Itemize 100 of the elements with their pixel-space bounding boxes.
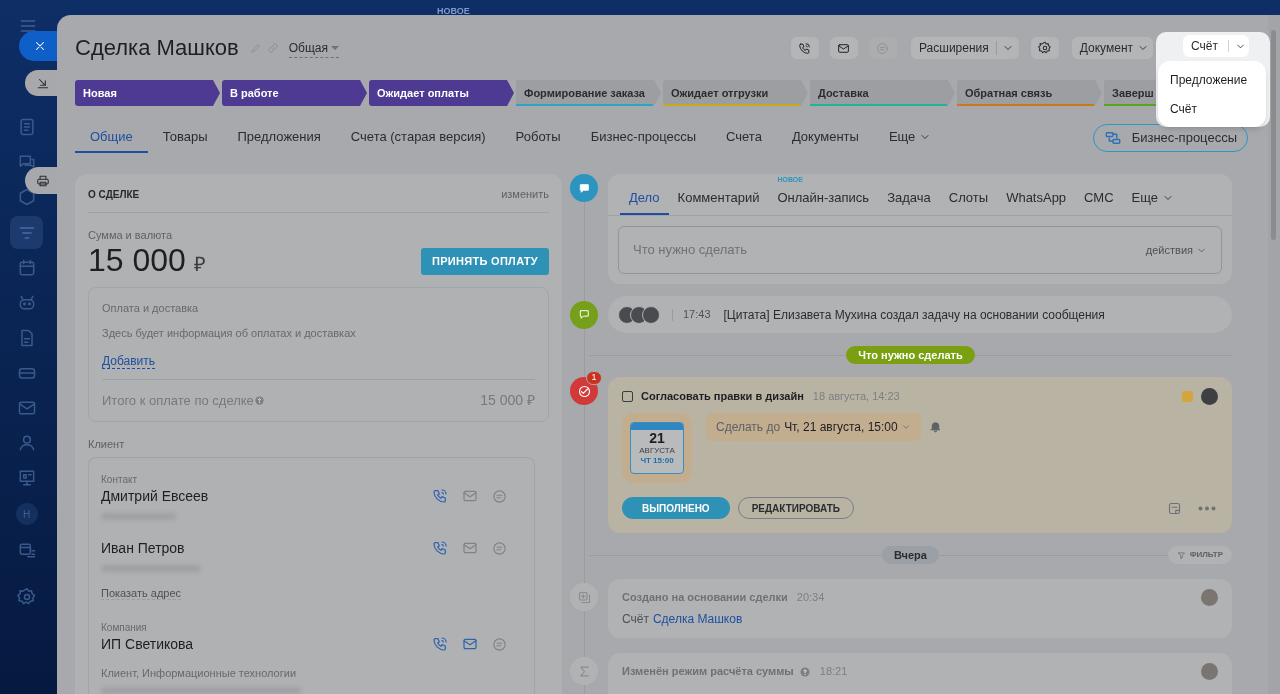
pipeline-stage[interactable]: В работе	[222, 80, 367, 106]
client-label: Клиент	[88, 437, 126, 452]
tab[interactable]: Документы	[776, 123, 874, 153]
printer-icon	[36, 173, 50, 188]
show-address-link[interactable]: Показать адрес	[101, 586, 182, 600]
settings-icon	[1037, 41, 1052, 55]
activity-input-field[interactable]: Что нужно сделать действия	[618, 226, 1222, 274]
edit-icon	[249, 42, 262, 54]
client-name[interactable]: ИП Светикова	[101, 633, 194, 655]
settings-button[interactable]	[1030, 37, 1059, 59]
invoice-label: Счёт	[1191, 38, 1218, 55]
phone-icon	[432, 488, 448, 504]
activity-tab[interactable]: Дело	[620, 186, 669, 215]
chat-icon	[876, 41, 890, 55]
calendar-month: АВГУСТА	[639, 446, 675, 456]
caret-icon	[331, 45, 340, 50]
activity-tab[interactable]: СМС	[1075, 186, 1123, 215]
counter-badge: 1	[586, 371, 602, 385]
menu-item[interactable]: Счёт	[1158, 94, 1266, 123]
tab[interactable]: Общие	[75, 123, 148, 153]
deadline-selector[interactable]: Сделать до Чт, 21 августа, 15:00	[706, 413, 921, 441]
total-label: Итого к оплате по сделке	[102, 391, 254, 410]
pipeline-stage[interactable]: Обратная связь	[957, 80, 1102, 106]
email-button[interactable]	[829, 37, 858, 59]
calendar-day: 21	[649, 430, 665, 446]
pipeline-stage[interactable]: Доставка	[810, 80, 955, 106]
arrow-icon	[36, 76, 50, 90]
pipeline-stage[interactable]: Формирование заказа	[516, 80, 661, 106]
phone-icon	[798, 41, 812, 55]
check-icon	[576, 383, 592, 399]
tab[interactable]: Бизнес-процессы	[575, 123, 711, 153]
task-title[interactable]: Согласовать правки в дизайн	[641, 388, 804, 405]
client-name[interactable]: Иван Петров	[101, 537, 185, 559]
avatar	[642, 305, 660, 324]
mail-icon	[837, 41, 851, 55]
caret-icon	[900, 422, 911, 432]
close-icon	[33, 39, 47, 53]
chat-icon	[492, 488, 507, 504]
client-caption: Контакт	[101, 473, 138, 486]
call-button[interactable]	[790, 37, 819, 59]
process-icon	[1103, 129, 1122, 147]
avatar	[1201, 663, 1218, 680]
deal-title: Сделка Машков	[75, 37, 239, 59]
history-title: Изменён режим расчёта суммы	[622, 664, 794, 680]
section-divider-label: Что нужно сделать	[846, 346, 975, 364]
phone-icon	[432, 540, 448, 556]
document-label: Документ	[1079, 40, 1133, 57]
tab[interactable]: Счета	[711, 123, 777, 153]
client-details: Клиент, Информационные технологии	[101, 665, 298, 681]
currency-label: ₽	[193, 252, 206, 277]
tab[interactable]: Товары	[147, 123, 223, 153]
pipeline-stage[interactable]: Ожидает оплаты	[369, 80, 514, 106]
activity-tab[interactable]: Комментарий	[668, 186, 769, 215]
add-link[interactable]: Добавить	[102, 354, 156, 369]
bell-icon	[928, 420, 942, 433]
extensions-button[interactable]: Расширения	[910, 37, 1019, 59]
comment-icon	[577, 181, 591, 195]
done-button[interactable]: ВЫПОЛНЕНО	[622, 497, 730, 519]
comment-time: 17:43	[683, 307, 711, 323]
tab[interactable]: Счета (старая версия)	[335, 123, 501, 153]
mail-icon	[16, 398, 37, 418]
activity-tab[interactable]: WhatsApp	[997, 186, 1076, 215]
section-title: О СДЕЛКЕ	[88, 187, 140, 202]
funnel-icon	[1176, 550, 1186, 560]
accept-payment-button[interactable]: ПРИНЯТЬ ОПЛАТУ	[420, 247, 549, 275]
activity-tab[interactable]: Еще	[1122, 186, 1184, 215]
task-date: 18 августа, 14:23	[812, 389, 900, 405]
avatar	[1201, 388, 1218, 405]
help-icon	[253, 395, 265, 406]
background-label: НОВОЕ	[437, 5, 470, 18]
document-button[interactable]: Документ	[1071, 37, 1153, 59]
activity-tab[interactable]: Задача	[878, 186, 940, 215]
category-selector[interactable]: Общая	[288, 38, 340, 58]
client-name[interactable]: Дмитрий Евсеев	[101, 485, 209, 507]
avatar	[1201, 589, 1218, 606]
deal-amount: 15 000	[88, 243, 186, 277]
scrollbar-thumb[interactable]	[1271, 30, 1276, 240]
task-checkbox[interactable]	[622, 391, 633, 402]
deadline-date: Чт, 21 августа, 15:00	[784, 419, 898, 436]
deal-link[interactable]: Сделка Машков	[652, 610, 743, 628]
payment-title: Оплата и доставка	[102, 301, 200, 316]
tab[interactable]: Еще	[873, 123, 947, 153]
placeholder-text: Что нужно сделать	[633, 241, 747, 260]
pipeline-stage[interactable]: Новая	[75, 80, 220, 106]
actions-dropdown[interactable]: действия	[1145, 241, 1207, 259]
client-caption: Компания	[101, 621, 148, 634]
history-title: Создано на основании сделки	[622, 590, 788, 606]
tab[interactable]: Роботы	[500, 123, 576, 153]
invoice-button[interactable]: Счёт	[1183, 35, 1249, 57]
activity-tab[interactable]: Слоты	[939, 186, 998, 215]
menu-item[interactable]: Предложение	[1158, 65, 1266, 94]
pipeline-stage[interactable]: Ожидает отгрузки	[663, 80, 808, 106]
settings-icon	[16, 587, 37, 607]
phone-icon	[432, 636, 448, 652]
comment-text: [Цитата] Елизавета Мухина создал задачу на основании сообщения	[723, 306, 1105, 324]
activity-tab[interactable]: Онлайн-запись	[768, 186, 879, 215]
tab[interactable]: Предложения	[222, 123, 336, 153]
link-icon	[266, 42, 279, 54]
category-label: Общая	[288, 39, 329, 57]
extensions-label: Расширения	[918, 40, 989, 57]
